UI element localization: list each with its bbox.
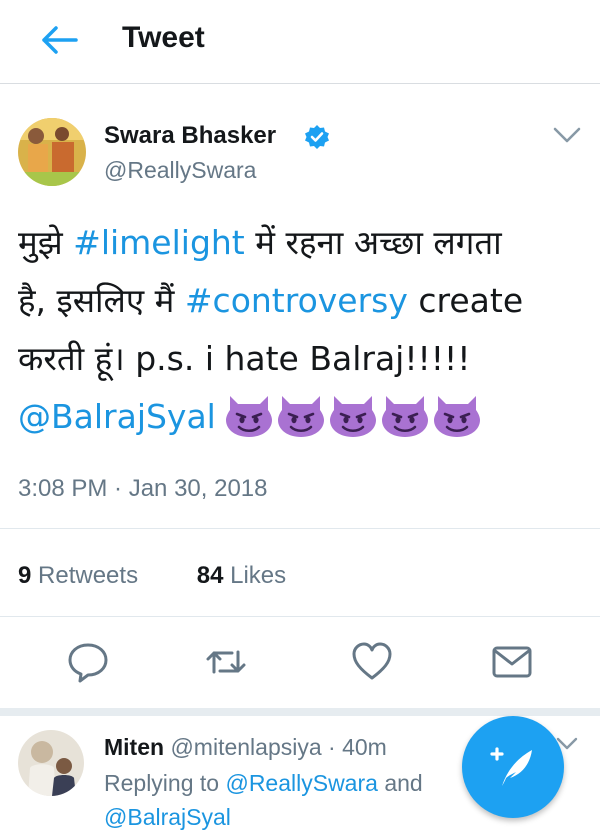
smiling-imp-emoji	[381, 396, 428, 437]
reply-time: 40m	[342, 734, 387, 760]
section-divider	[0, 708, 600, 716]
divider	[0, 616, 600, 617]
retweet-icon[interactable]	[204, 640, 248, 684]
arrow-left-icon[interactable]	[36, 20, 84, 60]
hashtag-link[interactable]: #controversy	[185, 281, 408, 320]
smiling-imp-emoji	[433, 396, 480, 437]
like-icon[interactable]	[350, 640, 394, 684]
mention-link[interactable]: @ReallySwara	[225, 770, 377, 796]
replying-to-line: Replying to @ReallySwara and	[104, 770, 423, 796]
hashtag-link[interactable]: #limelight	[73, 223, 245, 262]
mention-link[interactable]: @BalrajSyal	[18, 397, 216, 436]
author-handle[interactable]: @ReallySwara	[104, 156, 256, 184]
chevron-down-icon[interactable]	[552, 124, 582, 146]
divider	[0, 528, 600, 529]
reply-author-handle[interactable]: @mitenlapsiya	[170, 734, 321, 760]
emoji-group	[224, 392, 484, 456]
share-icon[interactable]	[490, 640, 534, 684]
reply-author-name[interactable]: Miten	[104, 734, 164, 760]
compose-tweet-button[interactable]	[462, 716, 564, 818]
smiling-imp-emoji	[225, 396, 272, 437]
compose-tweet-icon	[490, 747, 532, 786]
page-title: Tweet	[122, 21, 205, 54]
smiling-imp-emoji	[277, 396, 324, 437]
tweet-timestamp: 3:08 PM · Jan 30, 2018	[18, 475, 268, 502]
smiling-imp-emoji	[329, 396, 376, 437]
top-bar: Tweet	[0, 0, 600, 84]
tweet-text: मुझे #limelight में रहना अच्छा लगता है, …	[18, 214, 588, 456]
verified-badge-icon	[305, 125, 329, 149]
avatar[interactable]	[18, 118, 86, 186]
retweets-stat[interactable]: 9 Retweets	[18, 562, 138, 589]
mention-link[interactable]: @BalrajSyal	[104, 804, 231, 830]
reply-icon[interactable]	[66, 640, 110, 684]
replying-to-line-2: @BalrajSyal	[104, 802, 231, 832]
avatar[interactable]	[18, 730, 84, 796]
tweet-stats: 9 Retweets 84 Likes	[18, 560, 286, 592]
reply-header: Miten @mitenlapsiya · 40m	[104, 734, 387, 760]
author-name[interactable]: Swara Bhasker	[104, 121, 276, 151]
likes-stat[interactable]: 84 Likes	[197, 562, 286, 589]
